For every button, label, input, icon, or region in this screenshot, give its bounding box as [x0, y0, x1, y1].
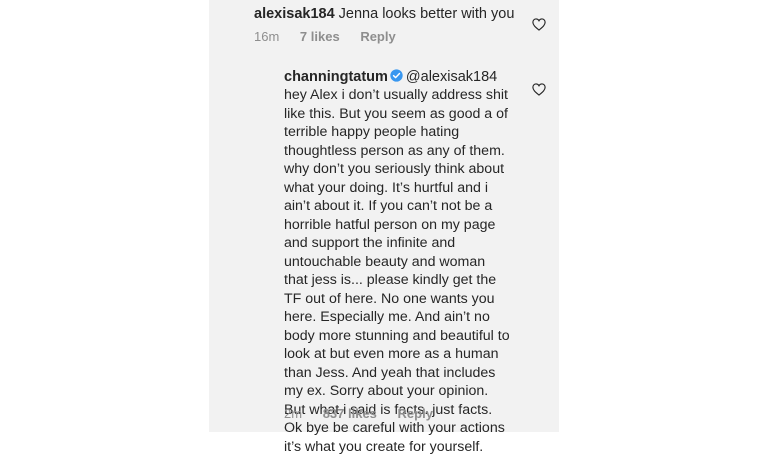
screenshot-frame: alexisak184 Jenna looks better with you …	[0, 0, 768, 432]
reply-reply-button[interactable]: Reply	[398, 406, 433, 421]
reply-line: that jess is... please kindly get the	[284, 271, 534, 290]
reply-line: and support the infinite and	[284, 234, 534, 253]
reply-line: body more stunning and beautiful to	[284, 327, 534, 346]
reply-line: here. Especially me. And ain’t no	[284, 308, 534, 327]
reply-line: like this. But you seem as good a of	[284, 105, 534, 124]
reply-line: than Jess. And yeah that includes	[284, 364, 534, 383]
reply-line: untouchable beauty and woman	[284, 253, 534, 272]
reply-line: what your doing. It’s hurtful and i	[284, 179, 534, 198]
top-comment-text: Jenna looks better with you	[339, 6, 515, 22]
reply-line: ain’t about it. If you can’t not be a	[284, 197, 534, 216]
top-comment-reply-button[interactable]: Reply	[360, 29, 395, 44]
reply-line: hey Alex i don’t usually address shit	[284, 86, 534, 105]
reply-line: terrible happy people hating	[284, 123, 534, 142]
reply-line: why don’t you seriously think about	[284, 160, 534, 179]
top-comment-likes[interactable]: 7 likes	[300, 29, 340, 44]
top-comment-time[interactable]: 16m	[254, 29, 279, 44]
reply-time[interactable]: 2m	[284, 406, 302, 421]
top-comment-meta: 16m 7 likes Reply	[254, 29, 396, 44]
reply-line: TF out of here. No one wants you	[284, 290, 534, 309]
reply-line: it’s what you create for yourself.	[284, 438, 534, 456]
heart-outline-icon[interactable]	[532, 83, 546, 96]
reply-line: look at but even more as a human	[284, 345, 534, 364]
top-comment-username[interactable]: alexisak184	[254, 6, 335, 22]
reply-username[interactable]: channingtatum	[284, 69, 388, 85]
reply-body: hey Alex i don’t usually address shit li…	[284, 86, 534, 456]
top-comment: alexisak184 Jenna looks better with you	[254, 5, 514, 23]
reply-meta: 2m 837 likes Reply	[284, 406, 433, 421]
reply-likes[interactable]: 837 likes	[323, 406, 377, 421]
heart-outline-icon[interactable]	[532, 18, 546, 31]
verified-badge-icon	[390, 69, 403, 82]
reply-mention[interactable]: @alexisak184	[406, 69, 497, 85]
reply-line: thoughtless person as any of them.	[284, 142, 534, 161]
reply-header: channingtatum @alexisak184	[284, 68, 497, 86]
reply-line: my ex. Sorry about your opinion.	[284, 382, 534, 401]
reply-line: Ok bye be careful with your actions	[284, 419, 534, 438]
reply-line: horrible hatful person on my page	[284, 216, 534, 235]
